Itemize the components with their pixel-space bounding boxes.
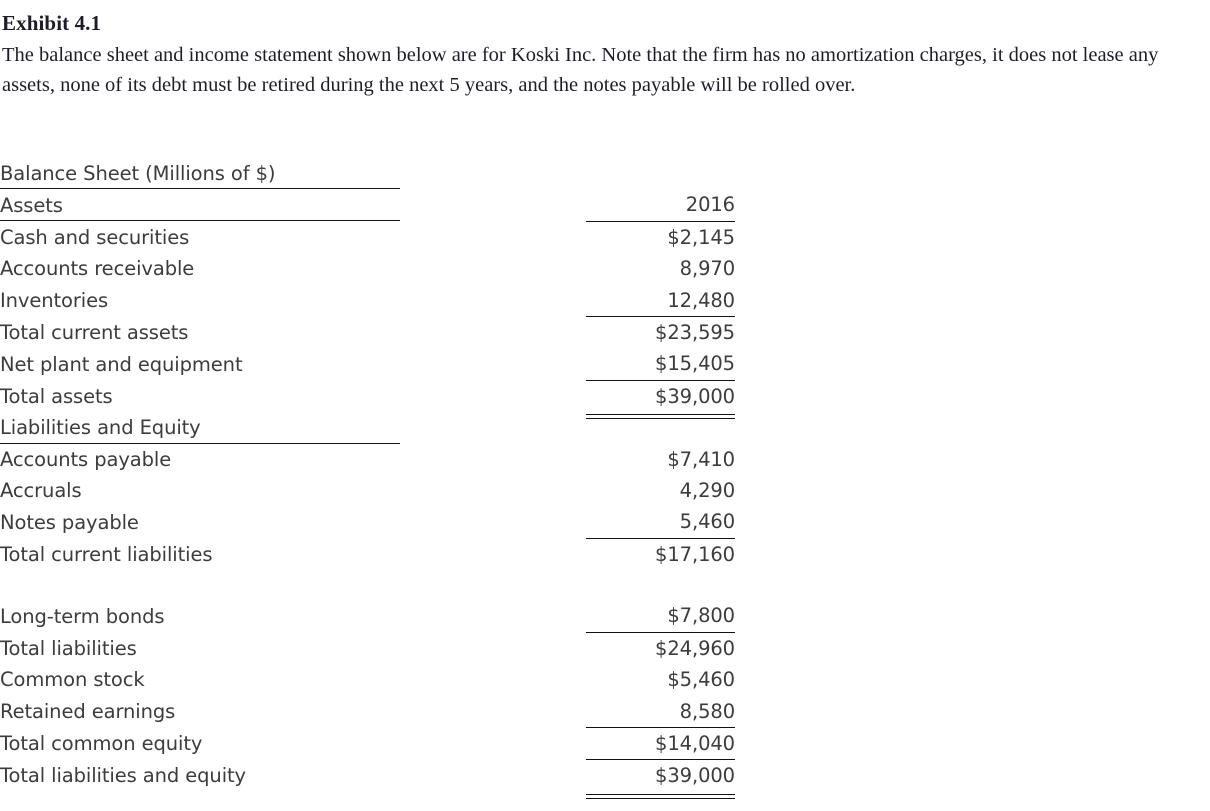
section-header-assets: Assets [0,189,586,222]
exhibit-description: The balance sheet and income statement s… [2,44,1159,96]
row-label: Net plant and equipment [0,352,243,376]
row-value: 8,970 [679,257,735,281]
exhibit-title: Exhibit 4.1 [2,11,102,35]
table-row-total: Total assets $39,000 [0,379,735,420]
row-value: $39,000 [586,379,735,420]
row-value: 12,480 [667,288,735,312]
statement-title: Balance Sheet (Millions of $) [0,158,586,190]
table-row: Notes payable 5,460 [0,506,735,538]
row-value: 4,290 [679,479,735,503]
table-row: Common stock $5,460 [0,664,735,695]
row-value: $15,405 [655,352,735,376]
row-value: $17,160 [586,537,735,571]
row-label: Total common equity [0,732,203,756]
table-row-assets-header: Assets 2016 [0,189,735,222]
table-row: Accounts payable $7,410 [0,444,735,475]
row-label: Notes payable [0,510,139,534]
row-label: Total current assets [0,321,189,345]
row-value: $39,000 [586,759,735,800]
section-header-liabilities-and-equity: Liabilities and Equity [0,412,586,445]
row-label: Retained earnings [0,700,176,723]
table-row: Cash and securities $2,145 [0,220,735,254]
table-row-spacer [0,570,735,600]
row-label: Total liabilities [0,636,137,660]
row-label: Cash and securities [0,225,190,249]
row-value: $23,595 [586,316,735,349]
row-label: Total liabilities and equity [0,764,246,788]
row-value: 8,580 [679,699,735,723]
row-label: Accruals [0,479,82,503]
row-label: Total current liabilities [0,542,213,566]
table-row: Inventories 12,480 [0,285,735,317]
exhibit-page: Exhibit 4.1 The balance sheet and income… [0,0,1210,811]
row-value: $2,145 [586,220,735,254]
statement-title-value-blank [586,158,735,189]
row-value: $14,040 [586,726,735,760]
column-header-year: 2016 [685,193,735,217]
row-value: $24,960 [586,631,735,665]
spacer-value [586,570,735,600]
table-row-statement-title: Balance Sheet (Millions of $) [0,158,735,190]
table-row-total: Total current liabilities $17,160 [0,537,735,571]
table-row-total: Total liabilities and equity $39,000 [0,759,735,800]
row-label: Accounts payable [0,447,172,471]
table-row-total: Total liabilities $24,960 [0,631,735,665]
row-label: Accounts receivable [0,257,195,281]
row-value: $5,460 [667,668,735,692]
table-row: Long-term bonds $7,800 [0,600,735,632]
table-row: Accruals 4,290 [0,475,735,506]
row-value: $7,410 [667,447,735,471]
exhibit-header: Exhibit 4.1 The balance sheet and income… [0,0,1210,100]
row-label: Inventories [0,289,109,313]
balance-sheet-table: Balance Sheet (Millions of $) Assets 201… [0,158,735,800]
row-label: Common stock [0,668,145,692]
row-value: $7,800 [667,604,735,628]
row-label: Total assets [0,384,113,408]
table-row-total: Total common equity $14,040 [0,726,735,760]
spacer-label [0,570,586,600]
row-label: Long-term bonds [0,604,165,628]
table-row: Retained earnings 8,580 [0,696,735,728]
row-value: 5,460 [679,510,735,534]
table-row-total: Total current assets $23,595 [0,316,735,349]
balance-sheet-table-wrapper: Balance Sheet (Millions of $) Assets 201… [0,158,760,800]
table-row: Net plant and equipment $15,405 [0,348,735,380]
table-row: Accounts receivable 8,970 [0,253,735,284]
